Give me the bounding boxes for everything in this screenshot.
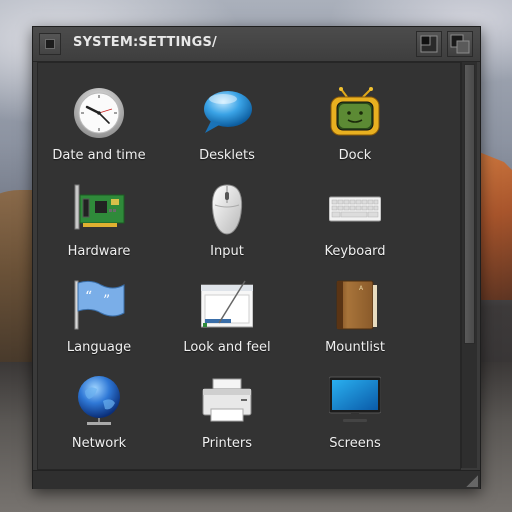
icon-label: Mountlist	[325, 340, 385, 355]
printer-icon	[202, 378, 252, 422]
depth-button[interactable]	[447, 31, 473, 57]
icon-network[interactable]: Network	[35, 375, 163, 467]
zoom-icon	[420, 35, 438, 53]
icon-label: Keyboard	[324, 244, 386, 259]
icon-label: Look and feel	[183, 340, 271, 355]
icon-label: Date and time	[52, 148, 146, 163]
keyboard-icon	[329, 196, 381, 222]
icon-mountlist[interactable]: A Mountlist	[291, 279, 419, 371]
icon-printers[interactable]: Printers	[163, 375, 291, 467]
zoom-button[interactable]	[416, 31, 442, 57]
globe-icon	[78, 376, 120, 425]
scrollbar-thumb[interactable]	[464, 64, 475, 344]
desktop-background: SYSTEM:SETTINGS/ Date and time Desklets …	[0, 0, 512, 512]
svg-text:”: ”	[103, 293, 110, 309]
svg-text:“: “	[85, 289, 92, 305]
monitor-icon	[329, 376, 381, 422]
close-icon	[45, 39, 55, 49]
icon-hardware[interactable]: Hardware	[35, 183, 163, 275]
pci-card-icon	[74, 184, 125, 230]
icon-screens[interactable]: Screens	[291, 375, 419, 467]
depth-icon	[450, 34, 470, 54]
book-icon: A	[336, 280, 377, 330]
icon-label: Input	[210, 244, 244, 259]
close-button[interactable]	[39, 33, 61, 55]
window-titlebar[interactable]: SYSTEM:SETTINGS/	[33, 27, 480, 62]
speech-bubble-icon	[204, 91, 252, 133]
icon-keyboard[interactable]: Keyboard	[291, 183, 419, 275]
icon-input[interactable]: Input	[163, 183, 291, 275]
icon-label: Network	[71, 436, 127, 451]
flag-icon: “ ”	[74, 280, 125, 330]
window-bottom-border	[33, 470, 480, 489]
mouse-icon	[211, 184, 243, 235]
window-title: SYSTEM:SETTINGS/	[73, 35, 217, 50]
icon-label: Screens	[329, 436, 381, 451]
settings-window: SYSTEM:SETTINGS/ Date and time Desklets …	[32, 26, 481, 489]
icon-list-area: Date and time Desklets Dock Hardware Inp…	[37, 62, 461, 470]
window-brush-icon	[201, 280, 253, 328]
icon-label: Dock	[338, 148, 372, 163]
icon-look-and-feel[interactable]: Look and feel	[163, 279, 291, 371]
icon-dock[interactable]: Dock	[291, 87, 419, 179]
tv-icon	[330, 87, 380, 136]
vertical-scrollbar[interactable]	[461, 62, 477, 468]
icon-date-and-time[interactable]: Date and time	[35, 87, 163, 179]
icon-label: Printers	[201, 436, 253, 451]
icon-label: Language	[66, 340, 132, 355]
icon-label: Hardware	[67, 244, 131, 259]
resize-grip[interactable]	[466, 475, 478, 487]
icon-language[interactable]: “ ” Language	[35, 279, 163, 371]
icon-label: Desklets	[199, 148, 255, 163]
icon-desklets[interactable]: Desklets	[163, 87, 291, 179]
clock-icon	[74, 88, 124, 138]
